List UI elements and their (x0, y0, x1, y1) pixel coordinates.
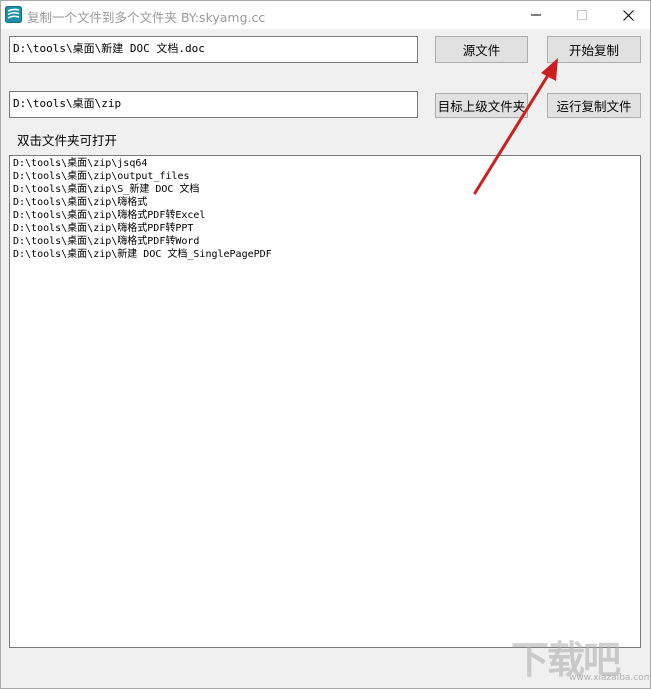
app-logo-icon (5, 6, 22, 23)
folder-list-item[interactable]: D:\tools\桌面\zip\嗨格式PDF转PPT (13, 222, 640, 235)
target-parent-folder-button[interactable]: 目标上级文件夹 (435, 93, 528, 118)
list-hint-label: 双击文件夹可打开 (17, 133, 118, 148)
run-copied-file-button[interactable]: 运行复制文件 (547, 93, 641, 118)
source-file-button[interactable]: 源文件 (435, 36, 528, 63)
minimize-button[interactable] (513, 1, 559, 29)
folder-list-item[interactable]: D:\tools\桌面\zip\嗨格式PDF转Word (13, 235, 640, 248)
start-copy-button[interactable]: 开始复制 (547, 36, 641, 63)
folder-list-item[interactable]: D:\tools\桌面\zip\新建 DOC 文档_SinglePagePDF (13, 248, 640, 261)
app-window: 复制一个文件到多个文件夹 BY:skyamg.cc D:\tools\桌面\新建… (0, 0, 651, 689)
window-title: 复制一个文件到多个文件夹 BY:skyamg.cc (27, 10, 266, 25)
folder-list-item[interactable]: D:\tools\桌面\zip\嗨格式PDF转Excel (13, 209, 640, 222)
close-icon (622, 9, 634, 21)
maximize-button[interactable] (559, 1, 605, 29)
folder-list-item[interactable]: D:\tools\桌面\zip\嗨格式 (13, 196, 640, 209)
title-bar[interactable]: 复制一个文件到多个文件夹 BY:skyamg.cc (1, 1, 650, 29)
source-file-path-input[interactable]: D:\tools\桌面\新建 DOC 文档.doc (9, 36, 418, 63)
folder-list-item[interactable]: D:\tools\桌面\zip\S_新建 DOC 文档 (13, 183, 640, 196)
folder-list-item[interactable]: D:\tools\桌面\zip\output_files (13, 170, 640, 183)
maximize-icon (577, 10, 587, 20)
folder-listbox[interactable]: D:\tools\桌面\zip\jsq64 D:\tools\桌面\zip\ou… (9, 155, 641, 648)
watermark-url: www.xiazaiba.com (569, 673, 651, 683)
watermark: 下载吧 www.xiazaiba.com (511, 629, 650, 687)
target-folder-path-input[interactable]: D:\tools\桌面\zip (9, 91, 418, 118)
minimize-icon (531, 14, 541, 16)
folder-list-item[interactable]: D:\tools\桌面\zip\jsq64 (13, 157, 640, 170)
close-button[interactable] (605, 1, 650, 29)
